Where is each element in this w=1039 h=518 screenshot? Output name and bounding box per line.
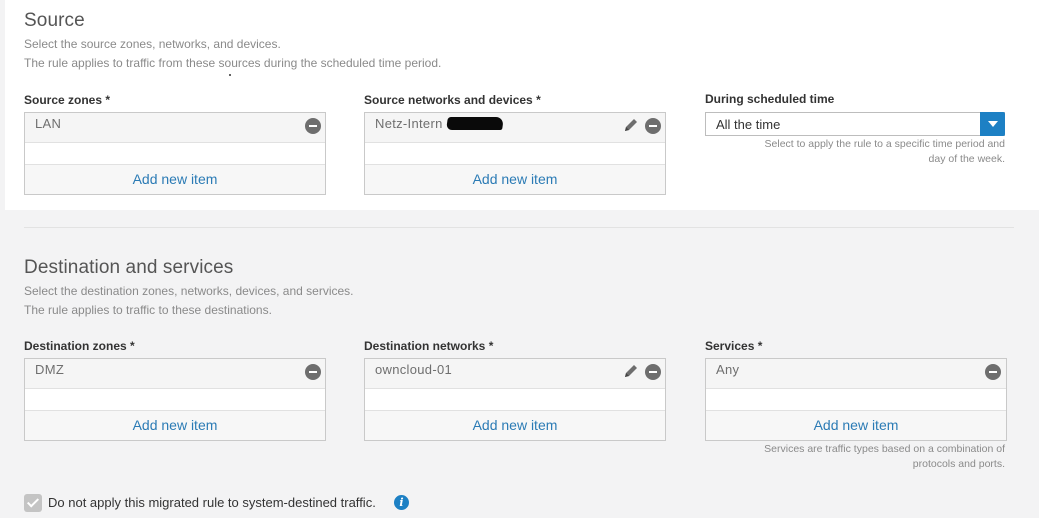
source-description-2: The rule applies to traffic from these s…: [24, 56, 442, 70]
schedule-label: During scheduled time: [705, 92, 835, 106]
source-network-item: Netz-Intern: [375, 116, 443, 131]
list-item: DMZ: [25, 359, 325, 389]
source-zone-lan: LAN: [35, 116, 62, 131]
add-new-item-button[interactable]: Add new item: [365, 410, 665, 440]
list-item: LAN: [25, 113, 325, 143]
remove-icon[interactable]: [305, 118, 321, 134]
info-icon[interactable]: i: [394, 495, 409, 510]
destination-zones-label: Destination zones *: [24, 339, 135, 353]
list-item: Netz-Intern: [365, 113, 665, 143]
destination-network-item: owncloud-01: [375, 362, 453, 377]
source-description: Select the source zones, networks, and d…: [24, 37, 281, 51]
chevron-down-icon[interactable]: [980, 112, 1005, 136]
services-hint-line-1: Services are traffic types based on a co…: [764, 443, 1005, 455]
services-list: Any Add new item: [705, 358, 1007, 441]
remove-icon[interactable]: [305, 364, 321, 380]
system-destined-checkbox-label: Do not apply this migrated rule to syste…: [48, 495, 376, 510]
destination-title: Destination and services: [24, 257, 234, 278]
add-new-item-button[interactable]: Add new item: [25, 164, 325, 194]
schedule-hint: Select to apply the rule to a specific t…: [765, 137, 1005, 167]
source-networks-label: Source networks and devices *: [364, 93, 541, 107]
remove-icon[interactable]: [645, 364, 661, 380]
add-new-item-button[interactable]: Add new item: [25, 410, 325, 440]
list-item: Any: [706, 359, 1006, 389]
source-zones-label: Source zones *: [24, 93, 111, 107]
destination-networks-list: owncloud-01 Add new item: [364, 358, 666, 441]
destination-zones-list: DMZ Add new item: [24, 358, 326, 441]
service-item-any: Any: [716, 362, 740, 377]
services-hint-line-2: protocols and ports.: [912, 458, 1005, 470]
source-networks-list: Netz-Intern Add new item: [364, 112, 666, 195]
add-new-item-button[interactable]: Add new item: [706, 410, 1006, 440]
redaction-scribble: [446, 117, 504, 130]
destination-description-2: The rule applies to traffic to these des…: [24, 303, 272, 317]
destination-description: Select the destination zones, networks, …: [24, 284, 354, 298]
list-item: owncloud-01: [365, 359, 665, 389]
source-title: Source: [24, 10, 85, 31]
remove-icon[interactable]: [645, 118, 661, 134]
source-zones-list: LAN Add new item: [24, 112, 326, 195]
section-divider: [24, 227, 1014, 228]
remove-icon[interactable]: [985, 364, 1001, 380]
system-destined-checkbox[interactable]: [24, 494, 42, 512]
schedule-select-value: All the time: [716, 117, 781, 132]
pencil-icon[interactable]: [623, 117, 639, 133]
add-new-item-button[interactable]: Add new item: [365, 164, 665, 194]
schedule-hint-line-1: Select to apply the rule to a specific t…: [764, 138, 1005, 150]
services-label: Services *: [705, 339, 763, 353]
destination-zone-dmz: DMZ: [35, 362, 65, 377]
stray-dot: [229, 74, 231, 76]
pencil-icon[interactable]: [623, 363, 639, 379]
schedule-hint-line-2: day of the week.: [928, 153, 1005, 165]
services-hint: Services are traffic types based on a co…: [764, 442, 1005, 472]
schedule-select[interactable]: All the time: [705, 112, 1005, 136]
destination-networks-label: Destination networks *: [364, 339, 494, 353]
